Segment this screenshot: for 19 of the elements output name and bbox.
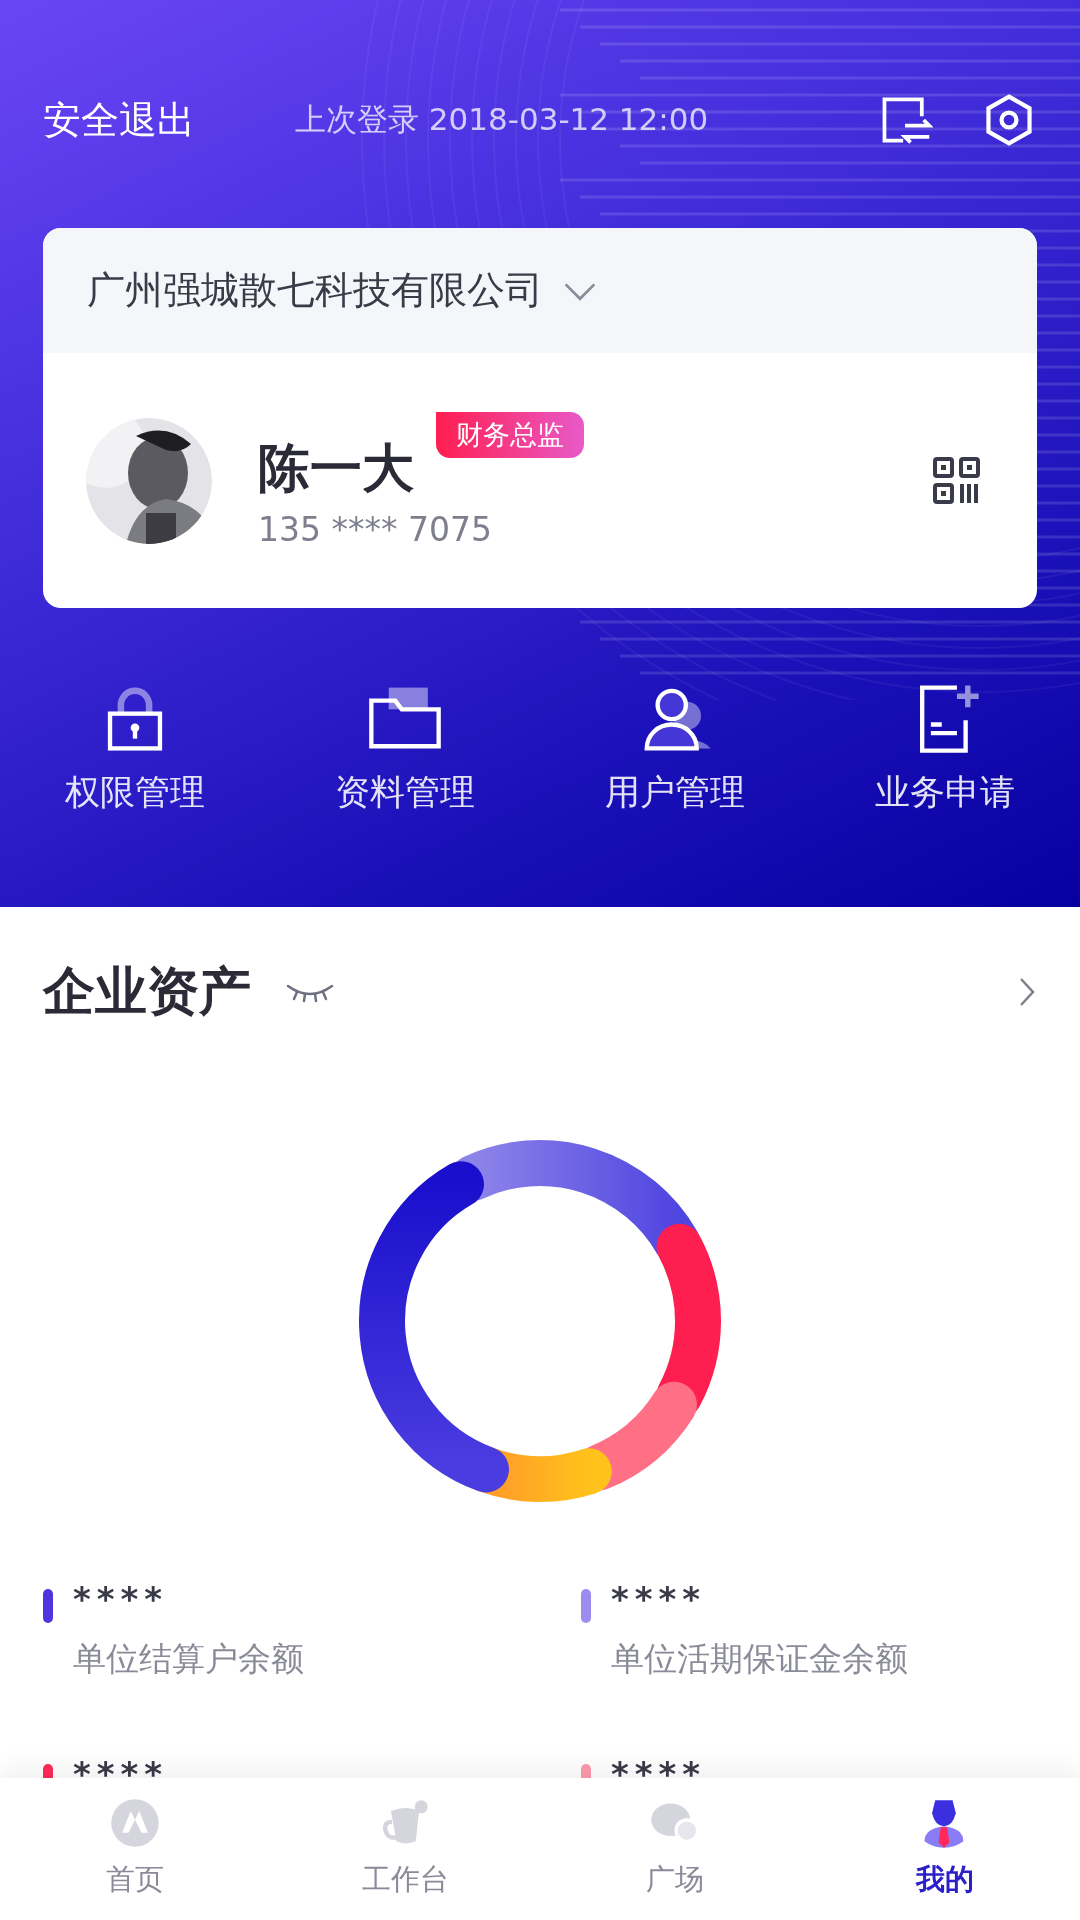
- qr-code-icon[interactable]: [932, 455, 982, 506]
- asset-label: 单位结算户余额: [73, 1638, 304, 1680]
- company-name: 广州强城散七科技有限公司: [87, 267, 543, 314]
- shortcut-item[interactable]: 资料管理: [270, 683, 540, 816]
- role-badge: 财务总监: [436, 412, 584, 458]
- tab[interactable]: 我的: [810, 1778, 1080, 1920]
- shortcut-item[interactable]: 权限管理: [0, 683, 270, 816]
- asset-label: 单位活期保证金余额: [611, 1638, 908, 1680]
- masked-amount: ****: [611, 1579, 708, 1619]
- company-selector[interactable]: 广州强城散七科技有限公司: [43, 228, 1037, 353]
- logo-icon: [108, 1796, 162, 1850]
- user-name: 陈一大: [258, 437, 414, 500]
- shortcut-item[interactable]: 业务申请: [810, 683, 1080, 816]
- last-login-text: 上次登录 2018-03-12 12:00: [295, 100, 710, 139]
- phone-number: 135 **** 7075: [258, 510, 493, 549]
- masked-amount: ****: [73, 1579, 170, 1619]
- logout-button[interactable]: 安全退出: [43, 94, 195, 146]
- section-title: 企业资产: [43, 960, 251, 1023]
- shortcut-item[interactable]: 用户管理: [540, 683, 810, 816]
